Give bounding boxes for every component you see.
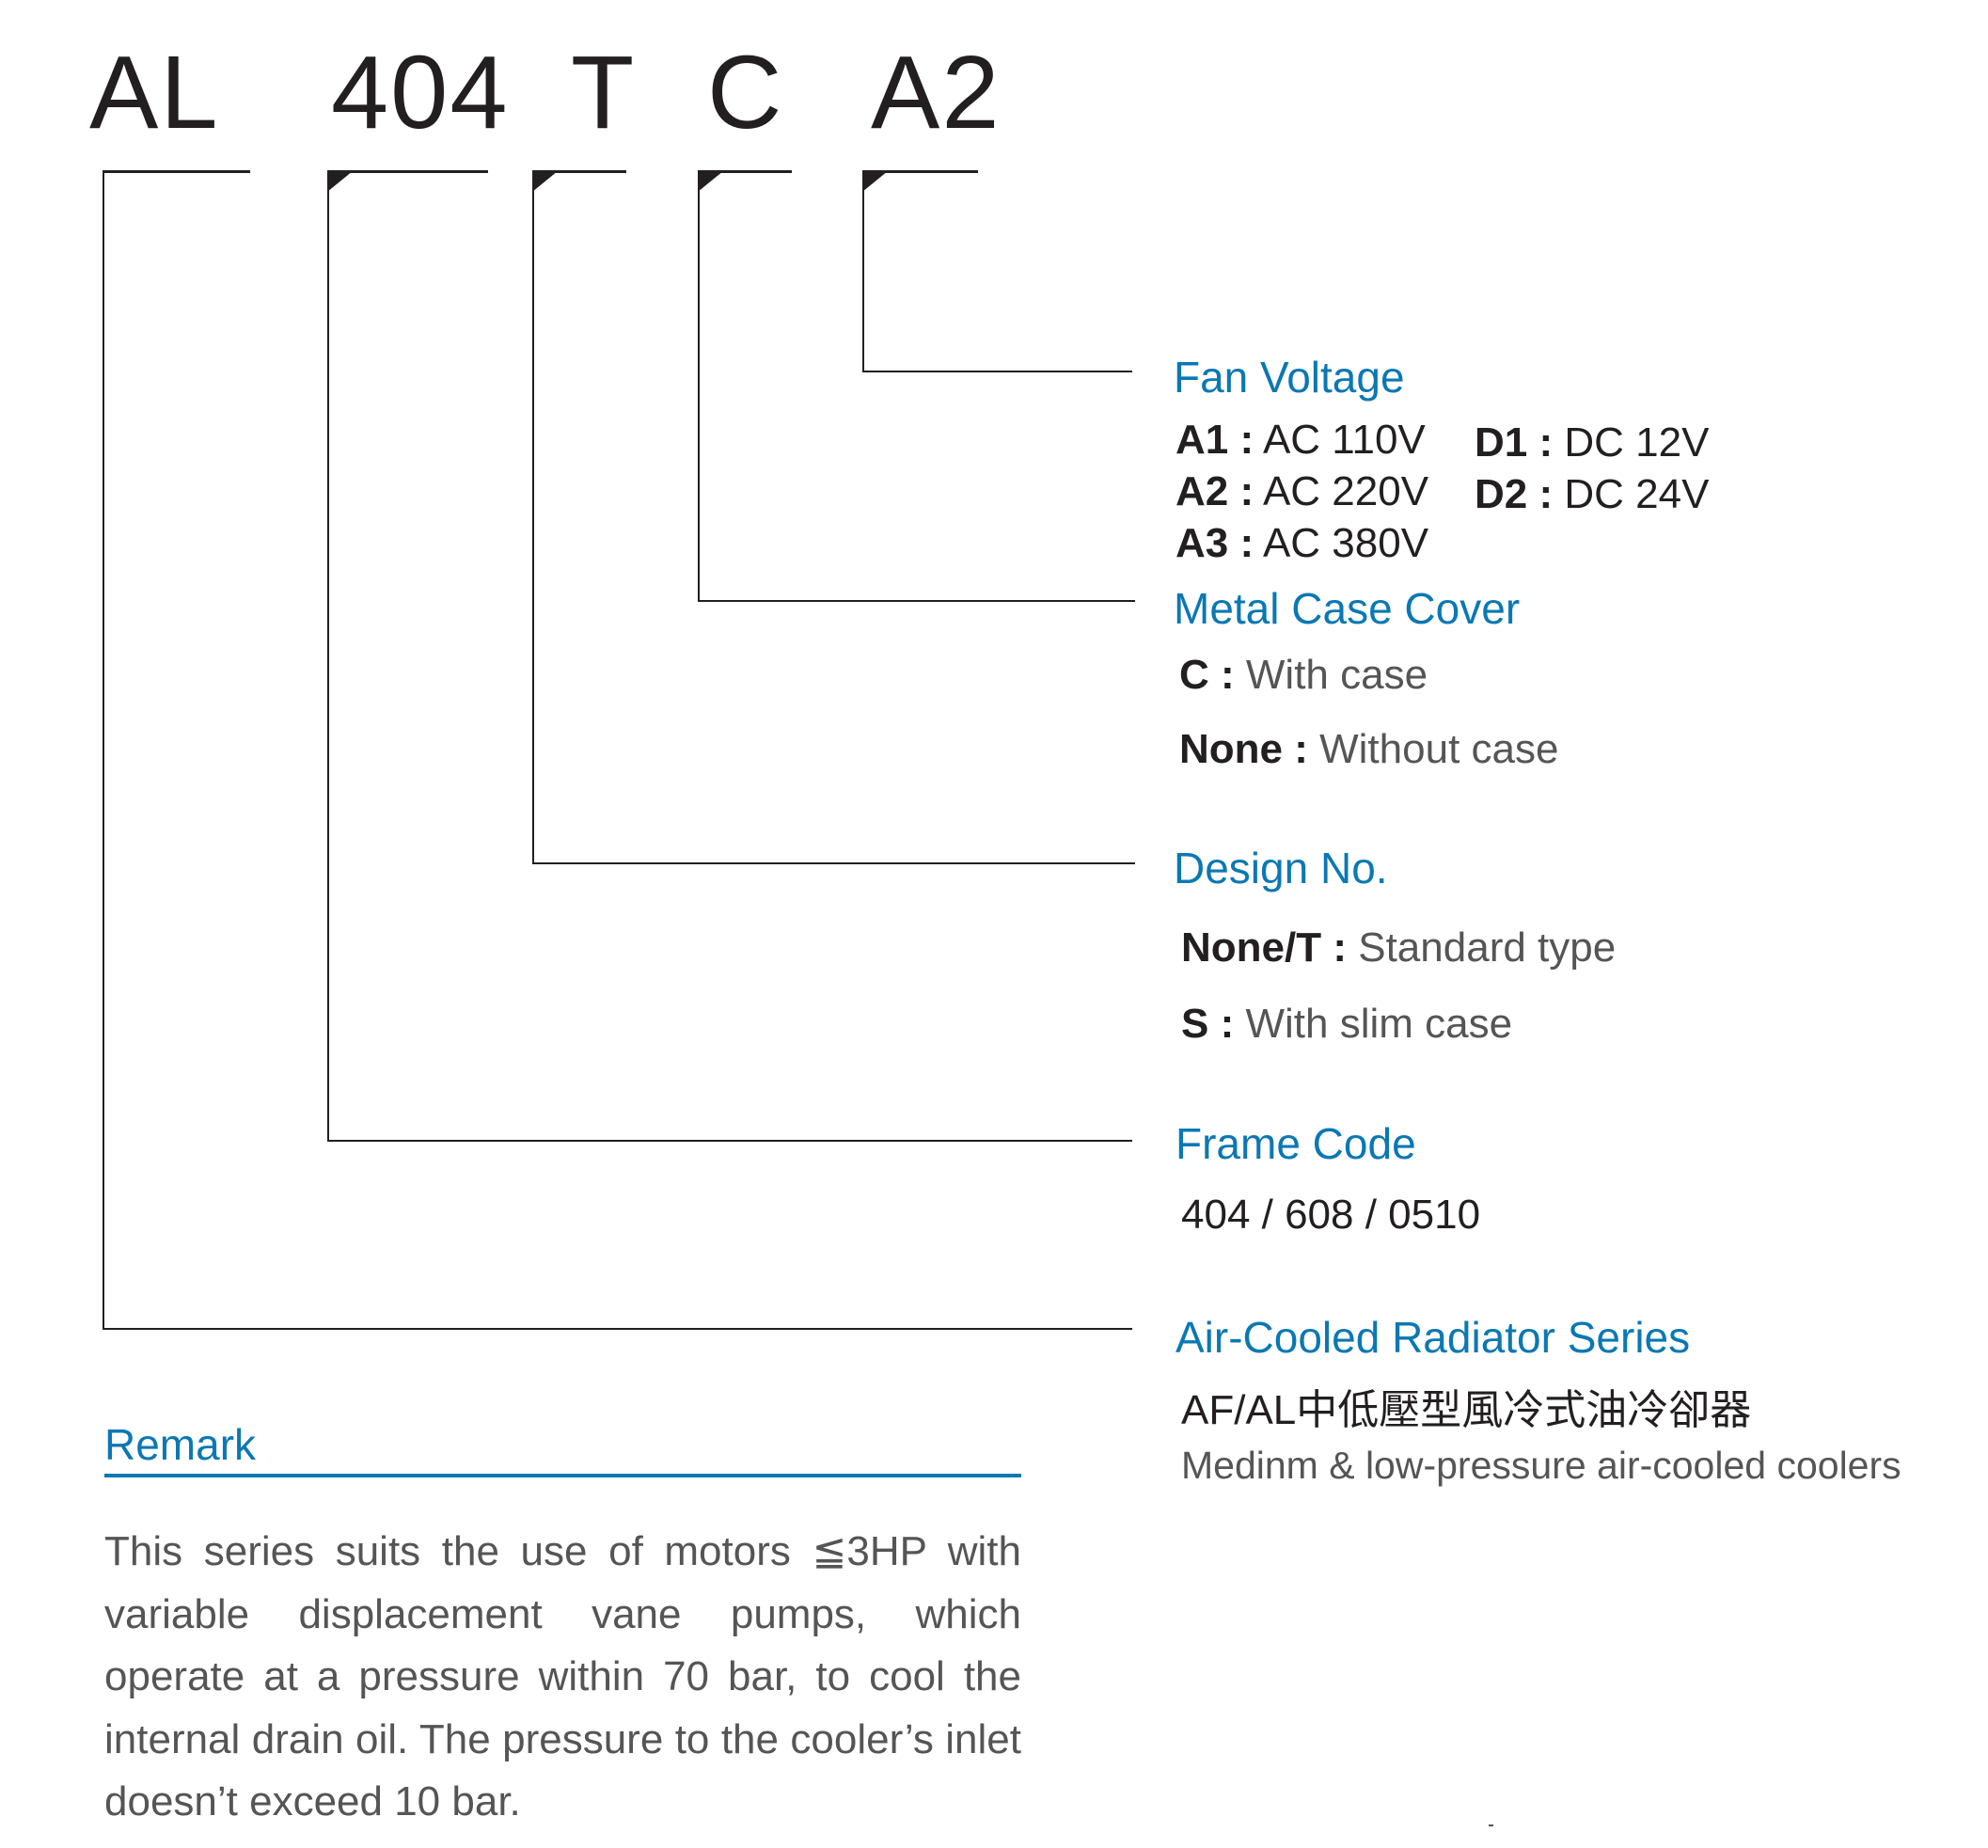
design-no-heading: Design No. — [1174, 844, 1388, 892]
option-code: A1 — [1175, 417, 1229, 463]
option-separator: : — [1538, 419, 1554, 466]
connector-voltage-vertical — [862, 170, 864, 372]
option-value: DC 12V — [1564, 419, 1710, 466]
remark-heading: Remark — [104, 1420, 257, 1469]
corner-marker-icon — [327, 171, 353, 192]
connector-case-horizontal — [698, 600, 1135, 602]
design-option: None/T : Standard type — [1181, 927, 1616, 969]
design-option: S : With slim case — [1181, 1003, 1512, 1045]
option-separator: : — [1333, 924, 1347, 971]
fan-voltage-option: D2 : DC 24V — [1475, 474, 1709, 515]
code-segment-voltage: A2 — [871, 35, 1002, 150]
option-separator: : — [1294, 726, 1308, 772]
frame-code-values: 404 / 608 / 0510 — [1181, 1192, 1481, 1238]
code-segment-design: T — [571, 35, 637, 150]
option-value: AC 220V — [1262, 468, 1429, 514]
option-code: A2 — [1175, 468, 1229, 514]
connector-series-vertical — [103, 170, 104, 1330]
fan-voltage-option: A2 : AC 220V — [1175, 471, 1428, 513]
option-code: None — [1179, 726, 1283, 772]
option-code: A3 — [1175, 520, 1229, 566]
option-separator: : — [1538, 471, 1554, 517]
corner-marker-icon — [862, 171, 888, 192]
option-code: S — [1181, 1001, 1209, 1047]
frame-code-heading: Frame Code — [1175, 1119, 1416, 1168]
fan-voltage-heading: Fan Voltage — [1174, 353, 1405, 402]
option-separator: : — [1239, 417, 1254, 463]
fan-voltage-option: D1 : DC 12V — [1475, 422, 1709, 464]
connector-design-vertical — [532, 170, 534, 864]
metal-case-cover-heading: Metal Case Cover — [1174, 584, 1521, 633]
connector-voltage-horizontal — [862, 371, 1132, 372]
option-code: D2 — [1475, 471, 1528, 517]
option-value: With case — [1245, 652, 1428, 698]
code-segment-frame: 404 — [331, 35, 510, 150]
connector-series-horizontal — [103, 1328, 1132, 1330]
code-segment-case: C — [707, 35, 784, 150]
option-separator: : — [1239, 468, 1254, 514]
fan-voltage-option: A1 : AC 110V — [1175, 419, 1426, 461]
remark-divider — [104, 1474, 1021, 1477]
option-value: AC 110V — [1262, 417, 1426, 463]
option-value: AC 380V — [1262, 520, 1429, 566]
code-segment-series: AL — [89, 35, 220, 150]
remark-body: This series suits the use of motors ≦3HP… — [104, 1528, 1021, 1824]
series-english-name: Medinm & low-pressure air-cooled coolers — [1181, 1444, 1901, 1487]
connector-design-horizontal — [532, 862, 1135, 864]
connector-frame-vertical — [327, 170, 329, 1142]
case-option: None : Without case — [1179, 729, 1558, 770]
corner-marker-icon — [698, 171, 723, 192]
series-heading: Air-Cooled Radiator Series — [1175, 1313, 1691, 1362]
stray-mark — [1489, 1824, 1493, 1826]
option-separator: : — [1239, 520, 1254, 566]
option-code: C — [1179, 652, 1209, 698]
option-separator: : — [1221, 652, 1235, 698]
option-value: Without case — [1319, 726, 1559, 772]
connector-case-vertical — [698, 170, 700, 602]
case-option: C : With case — [1179, 655, 1428, 696]
option-code: D1 — [1475, 419, 1528, 466]
connector-frame-horizontal — [327, 1140, 1132, 1142]
option-value: Standard type — [1358, 924, 1617, 971]
series-chinese-name: AF/AL中低壓型風冷式油冷卻器 — [1181, 1387, 1752, 1433]
fan-voltage-option: A3 : AC 380V — [1175, 523, 1428, 564]
option-separator: : — [1220, 1001, 1235, 1047]
option-value: With slim case — [1245, 1001, 1513, 1047]
corner-marker-icon — [532, 171, 558, 192]
connector-series-top — [103, 170, 250, 173]
option-value: DC 24V — [1564, 471, 1710, 517]
option-code: None/T — [1181, 924, 1322, 971]
